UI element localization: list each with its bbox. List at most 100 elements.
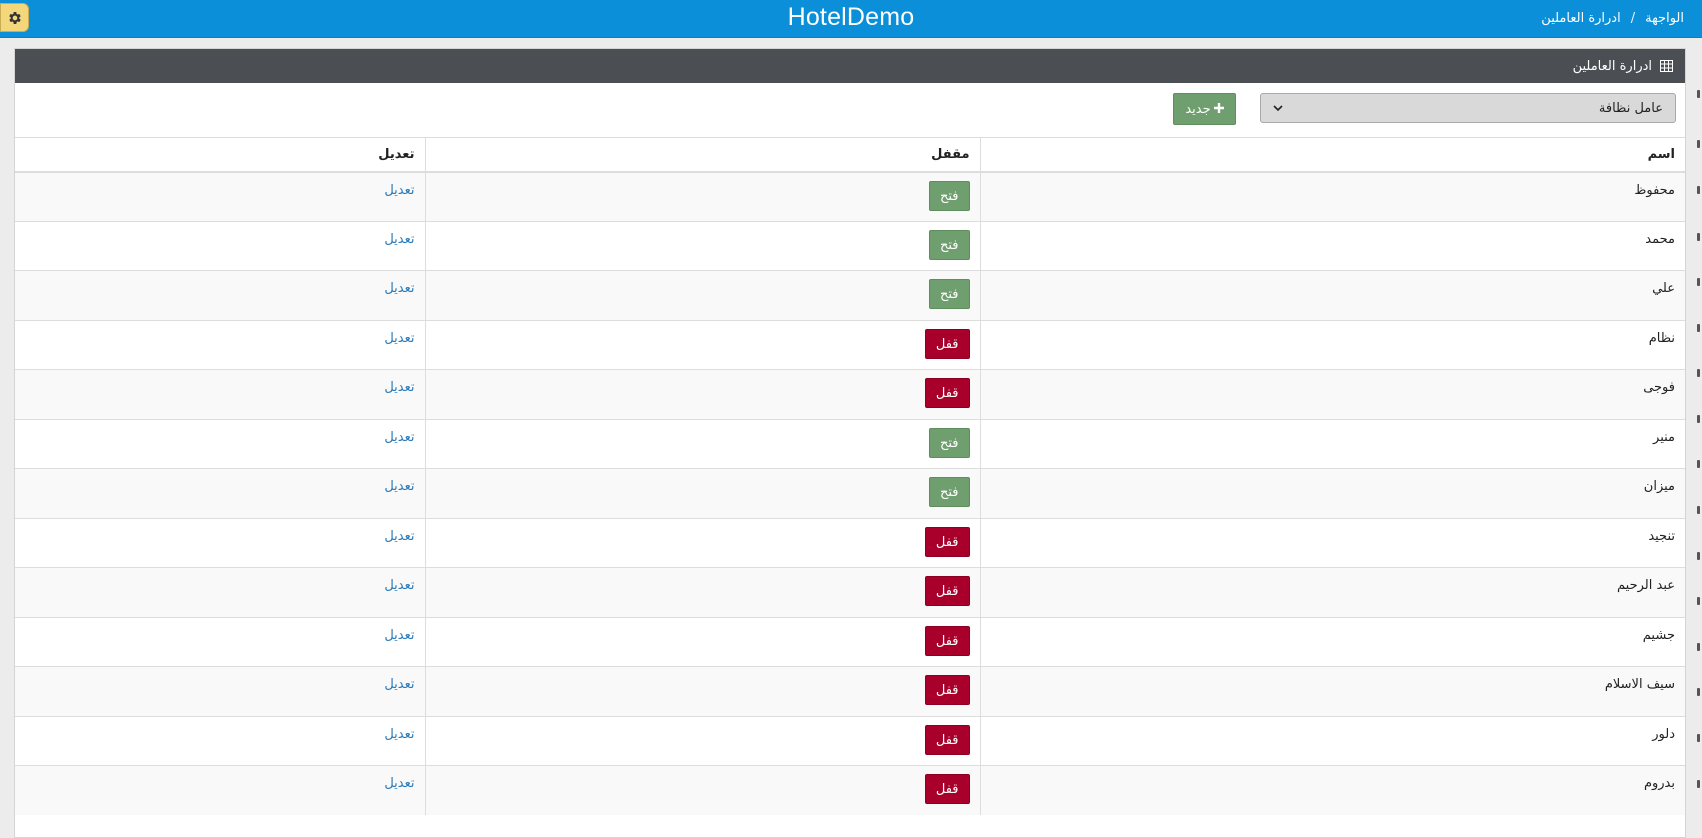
edit-link[interactable]: تعديل: [384, 430, 414, 445]
edit-cell: تعديل: [15, 270, 425, 320]
edit-cell: تعديل: [15, 666, 425, 716]
toolbar: عامل نظافة جديد: [15, 83, 1685, 137]
chevron-down-icon: [1273, 101, 1283, 116]
lock-cell: قفل: [424, 319, 980, 370]
lock-cell: قفل: [424, 765, 980, 815]
edit-cell: تعديل: [15, 567, 425, 617]
edit-link[interactable]: تعديل: [384, 529, 414, 544]
panel-title: ادرارة العاملين: [1572, 58, 1652, 74]
edit-link[interactable]: تعديل: [384, 628, 414, 643]
new-staff-label: جديد: [1185, 101, 1211, 117]
lock-cell: قفل: [424, 567, 980, 617]
edit-link[interactable]: تعديل: [384, 776, 414, 791]
staff-name-cell: محمد: [979, 220, 1685, 271]
table-row: فوجى قفل تعديل: [15, 369, 1685, 419]
edit-cell: تعديل: [15, 715, 425, 766]
lock-button[interactable]: قفل: [924, 724, 970, 755]
lock-cell: فتح: [424, 418, 980, 469]
lock-cell: قفل: [424, 369, 980, 419]
edit-link[interactable]: تعديل: [384, 677, 414, 692]
staff-panel: ادرارة العاملين عامل نظافة جديد اسم مقفل…: [14, 48, 1686, 838]
table-row: تنجيد قفل تعديل: [15, 517, 1685, 568]
lock-cell: فتح: [424, 468, 980, 518]
staff-name-cell: سيف الاسلام: [979, 666, 1685, 716]
plus-icon: [1213, 102, 1224, 117]
edit-link[interactable]: تعديل: [384, 183, 414, 198]
lock-cell: فتح: [424, 220, 980, 271]
staff-name-cell: دلور: [979, 715, 1685, 766]
table-row: نظام قفل تعديل: [15, 319, 1685, 370]
staff-name-cell: نظام: [979, 319, 1685, 370]
unlock-button[interactable]: فتح: [928, 279, 970, 309]
edit-link[interactable]: تعديل: [384, 281, 414, 296]
breadcrumb-home-link[interactable]: الواجهة: [1645, 0, 1684, 38]
edit-cell: تعديل: [15, 765, 425, 815]
lock-button[interactable]: قفل: [924, 328, 970, 359]
column-header-locked[interactable]: مقفل: [424, 137, 980, 173]
table-row: علي فتح تعديل: [15, 270, 1685, 320]
table-row: ميزان فتح تعديل: [15, 468, 1685, 518]
new-staff-button[interactable]: جديد: [1173, 93, 1236, 125]
app-title: HotelDemo: [787, 3, 915, 31]
edit-cell: تعديل: [15, 517, 425, 568]
lock-cell: فتح: [424, 171, 980, 221]
edit-link[interactable]: تعديل: [384, 232, 414, 247]
top-bar: HotelDemo الواجهة / ادرارة العاملين: [0, 0, 1702, 38]
lock-cell: قفل: [424, 517, 980, 568]
table-icon: [1660, 60, 1673, 72]
edit-cell: تعديل: [15, 369, 425, 419]
staff-name-cell: فوجى: [979, 369, 1685, 419]
staff-table-body: محفوظ فتح تعديل محمد فتح تعديل علي فتح تعديل نظام…: [15, 171, 1685, 815]
edit-cell: تعديل: [15, 418, 425, 469]
unlock-button[interactable]: فتح: [928, 229, 970, 260]
table-row: منير فتح تعديل: [15, 418, 1685, 469]
table-row: جشيم قفل تعديل: [15, 616, 1685, 667]
edit-cell: تعديل: [15, 616, 425, 667]
lock-button[interactable]: قفل: [924, 625, 970, 656]
edit-link[interactable]: تعديل: [384, 380, 414, 395]
edit-cell: تعديل: [15, 319, 425, 370]
job-type-select[interactable]: عامل نظافة: [1260, 93, 1676, 123]
table-row: دلور قفل تعديل: [15, 715, 1685, 766]
edit-cell: تعديل: [15, 220, 425, 271]
staff-name-cell: عبد الرحيم: [979, 567, 1685, 617]
lock-cell: فتح: [424, 270, 980, 320]
table-header-row: اسم مقفل تعديل: [15, 137, 1685, 173]
column-header-name[interactable]: اسم: [979, 137, 1685, 173]
edit-link[interactable]: تعديل: [384, 578, 414, 593]
unlock-button[interactable]: فتح: [928, 427, 970, 458]
staff-name-cell: بدروم: [979, 765, 1685, 815]
staff-name-cell: ميزان: [979, 468, 1685, 518]
lock-button[interactable]: قفل: [924, 774, 970, 804]
staff-name-cell: منير: [979, 418, 1685, 469]
lock-button[interactable]: قفل: [924, 526, 970, 557]
breadcrumb-current: ادرارة العاملين: [1541, 11, 1621, 26]
staff-name-cell: محفوظ: [979, 171, 1685, 221]
edit-cell: تعديل: [15, 171, 425, 221]
lock-button[interactable]: قفل: [924, 576, 970, 606]
column-header-edit[interactable]: تعديل: [15, 137, 425, 173]
staff-name-cell: علي: [979, 270, 1685, 320]
lock-button[interactable]: قفل: [924, 378, 970, 408]
staff-table: اسم مقفل تعديل محفوظ فتح تعديل محمد فتح تعديل…: [15, 137, 1685, 815]
unlock-button[interactable]: فتح: [928, 477, 970, 507]
staff-name-cell: جشيم: [979, 616, 1685, 667]
page-edge: [1686, 48, 1702, 825]
table-row: محمد فتح تعديل: [15, 220, 1685, 271]
edit-link[interactable]: تعديل: [384, 727, 414, 742]
unlock-button[interactable]: فتح: [928, 180, 970, 211]
lock-cell: قفل: [424, 616, 980, 667]
staff-name-cell: تنجيد: [979, 517, 1685, 568]
edit-link[interactable]: تعديل: [384, 479, 414, 494]
job-type-select-value: عامل نظافة: [1598, 100, 1663, 116]
lock-cell: قفل: [424, 715, 980, 766]
breadcrumb-separator: /: [1630, 11, 1636, 26]
table-row: عبد الرحيم قفل تعديل: [15, 567, 1685, 617]
table-row: محفوظ فتح تعديل: [15, 171, 1685, 221]
lock-cell: قفل: [424, 666, 980, 716]
edit-link[interactable]: تعديل: [384, 331, 414, 346]
edit-cell: تعديل: [15, 468, 425, 518]
lock-button[interactable]: قفل: [924, 675, 970, 705]
edge-markers: [1696, 48, 1700, 825]
table-row: بدروم قفل تعديل: [15, 765, 1685, 815]
